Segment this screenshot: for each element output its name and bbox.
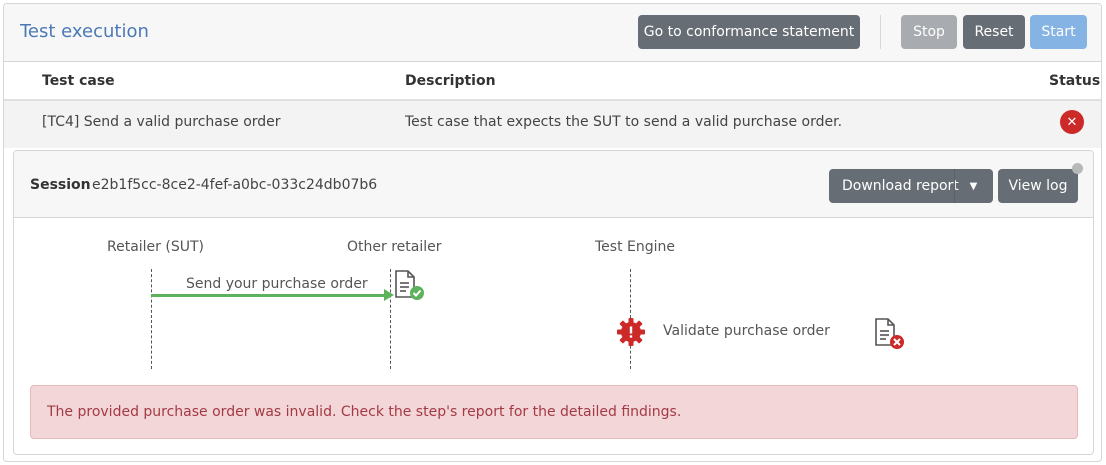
message-arrow <box>151 294 388 297</box>
alert-message: The provided purchase order was invalid.… <box>47 404 682 420</box>
stop-button[interactable]: Stop <box>901 15 957 49</box>
actor-test-engine: Test Engine <box>595 239 676 255</box>
download-report-label: Download report <box>842 178 959 194</box>
table-header: Test case Description Status <box>4 62 1101 101</box>
test-execution-panel: Test execution Go to conformance stateme… <box>3 3 1102 462</box>
conformance-statement-button[interactable]: Go to conformance statement <box>638 15 860 49</box>
document-error-icon[interactable] <box>874 317 906 351</box>
start-button[interactable]: Start <box>1030 15 1087 49</box>
lifeline-other-retailer <box>390 269 391 369</box>
error-circle-icon: ✕ <box>1060 110 1084 134</box>
column-header-description: Description <box>405 73 496 89</box>
message-label: Send your purchase order <box>186 276 368 292</box>
session-panel: Session e2b1f5cc-8ce2-4fef-a0bc-033c24db… <box>13 150 1094 455</box>
column-header-status: Status <box>1049 73 1101 89</box>
view-log-button[interactable]: View log <box>998 169 1078 203</box>
table-row[interactable]: [TC4] Send a valid purchase order Test c… <box>4 101 1101 148</box>
reset-button[interactable]: Reset <box>963 15 1025 49</box>
gear-error-icon <box>617 318 645 346</box>
column-header-test-case: Test case <box>42 73 115 89</box>
error-alert: The provided purchase order was invalid.… <box>30 385 1078 439</box>
status-dot-icon <box>1072 163 1083 174</box>
message-arrow-head <box>384 289 394 301</box>
header-divider <box>880 15 881 49</box>
actor-retailer-sut: Retailer (SUT) <box>107 239 204 255</box>
session-header: Session e2b1f5cc-8ce2-4fef-a0bc-033c24db… <box>14 151 1093 218</box>
step-label: Validate purchase order <box>663 323 830 339</box>
lifeline-retailer-sut <box>151 269 152 369</box>
page-title: Test execution <box>20 21 149 42</box>
panel-header: Test execution Go to conformance stateme… <box>4 4 1101 62</box>
document-success-icon[interactable] <box>394 269 426 303</box>
session-id: e2b1f5cc-8ce2-4fef-a0bc-033c24db07b6 <box>92 177 378 193</box>
test-case-description: Test case that expects the SUT to send a… <box>405 114 843 130</box>
download-report-button[interactable]: Download report ▼ <box>829 169 993 203</box>
test-case-name: [TC4] Send a valid purchase order <box>42 114 281 130</box>
session-label: Session <box>30 177 91 193</box>
chevron-down-icon[interactable]: ▼ <box>954 169 992 203</box>
actor-other-retailer: Other retailer <box>347 239 442 255</box>
